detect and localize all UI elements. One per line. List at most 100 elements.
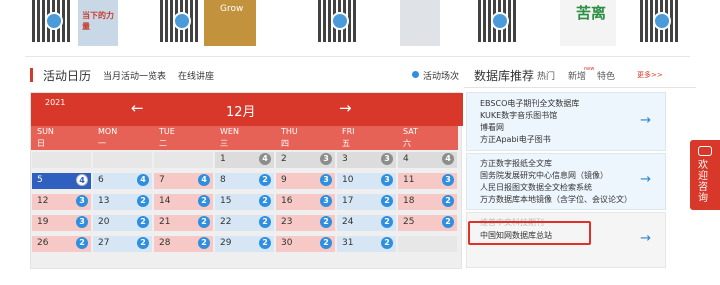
- calendar-day-cell[interactable]: 27 2: [93, 236, 152, 252]
- go-arrow-icon[interactable]: →: [640, 113, 651, 128]
- weekday-cn: 六: [403, 139, 411, 148]
- calendar-day-cell: [32, 152, 91, 168]
- book-cover-image[interactable]: Grow: [204, 0, 256, 46]
- calendar-day-cell[interactable]: 11 3: [398, 173, 457, 189]
- calendar-day-cell[interactable]: 23 2: [276, 215, 335, 231]
- event-count-badge: 2: [198, 216, 210, 228]
- event-count-badge: 2: [259, 216, 271, 228]
- new-badge: new: [584, 66, 595, 72]
- event-count-badge: 3: [442, 174, 454, 186]
- day-number: 6: [98, 175, 104, 185]
- tab-featured[interactable]: 特色: [597, 69, 615, 82]
- calendar-day-cell[interactable]: 15 2: [215, 194, 274, 210]
- day-number: 23: [281, 217, 293, 227]
- calendar-day-cell[interactable]: 29 2: [215, 236, 274, 252]
- calendar-day-cell[interactable]: 30 2: [276, 236, 335, 252]
- database-item[interactable]: 万方数据库本地镜像（含学位、会议论文）: [480, 194, 632, 205]
- calendar-day-cell[interactable]: 18 2: [398, 194, 457, 210]
- prev-month-arrow-icon[interactable]: ←: [131, 101, 144, 116]
- database-item[interactable]: 方正数字报纸全文库: [480, 158, 552, 169]
- day-number: 18: [403, 196, 415, 206]
- day-number: 27: [98, 238, 110, 248]
- weekday-en: WEN: [220, 127, 239, 136]
- calendar-month: 12月: [226, 105, 256, 120]
- event-count-badge: 4: [137, 174, 149, 186]
- go-arrow-icon[interactable]: →: [640, 172, 651, 187]
- legend-label: 活动场次: [423, 72, 460, 82]
- calendar-day-cell[interactable]: 82: [215, 173, 274, 189]
- database-section-header: 数据库推荐 热门 新增 new 特色 更多>>: [464, 66, 696, 88]
- database-group-1[interactable]: EBSCO电子期刊全文数据库 KUKE数字音乐图书馆 博看网 方正Apabi电子…: [466, 92, 666, 151]
- calendar-day-cell[interactable]: 26 2: [32, 236, 91, 252]
- divider: [25, 56, 690, 57]
- calendar-day-cell[interactable]: 22 2: [215, 215, 274, 231]
- calendar-day-cell[interactable]: 14 2: [154, 194, 213, 210]
- calendar-day-cell[interactable]: 17 2: [337, 194, 396, 210]
- calendar-day-cell[interactable]: 28 2: [154, 236, 213, 252]
- day-number: 13: [98, 196, 110, 206]
- day-number: 21: [159, 217, 171, 227]
- book-cover-image[interactable]: 苦离: [560, 0, 616, 46]
- calendar-year: 2021: [45, 98, 66, 107]
- event-count-badge: 4: [442, 153, 454, 165]
- calendar-day-cell[interactable]: 25 2: [398, 215, 457, 231]
- calendar-day-cell[interactable]: 14: [215, 152, 274, 168]
- calendar-day-cell[interactable]: 12 3: [32, 194, 91, 210]
- calendar-day-cell[interactable]: 23: [276, 152, 335, 168]
- calendar-month-bar: 2021 ← 12月 →: [31, 93, 463, 126]
- tab-popular[interactable]: 热门: [537, 69, 555, 82]
- book-cover-image[interactable]: [400, 0, 440, 46]
- day-number: 3: [342, 154, 348, 164]
- qr-code-image: [32, 0, 72, 42]
- weekday-cn: 日: [37, 139, 45, 148]
- calendar-day-cell[interactable]: 54: [32, 173, 91, 189]
- calendar-day-cell[interactable]: 20 2: [93, 215, 152, 231]
- more-link[interactable]: 更多>>: [637, 70, 663, 80]
- calendar-day-cell[interactable]: 19 3: [32, 215, 91, 231]
- calendar-day-cell[interactable]: 10 3: [337, 173, 396, 189]
- day-number: 1: [220, 154, 226, 164]
- event-count-badge: 2: [442, 216, 454, 228]
- database-item[interactable]: 人民日报图文数据全文检索系统: [480, 182, 592, 193]
- database-item[interactable]: EBSCO电子期刊全文数据库: [480, 98, 579, 109]
- calendar-day-cell[interactable]: 64: [93, 173, 152, 189]
- calendar-day-cell[interactable]: 74: [154, 173, 213, 189]
- calendar-day-cell[interactable]: 13 2: [93, 194, 152, 210]
- day-number: 29: [220, 238, 232, 248]
- tab-online-lectures[interactable]: 在线讲座: [178, 69, 214, 82]
- calendar-day-cell[interactable]: 33: [337, 152, 396, 168]
- qr-code-image: [478, 0, 518, 42]
- database-item[interactable]: 方正Apabi电子图书: [480, 134, 551, 145]
- event-count-badge: 3: [381, 174, 393, 186]
- day-number: 30: [281, 238, 293, 248]
- calendar-title: 活动日历: [43, 69, 92, 83]
- database-item[interactable]: 博看网: [480, 122, 504, 133]
- weekday-en: SAT: [403, 127, 418, 136]
- next-month-arrow-icon[interactable]: →: [339, 101, 352, 116]
- highlight-box: [468, 221, 591, 245]
- database-group-2[interactable]: 方正数字报纸全文库 国务院发展研究中心信息网（镜像） 人民日报图文数据全文检索系…: [466, 153, 666, 210]
- calendar-day-cell[interactable]: 93: [276, 173, 335, 189]
- day-number: 10: [342, 175, 354, 185]
- event-count-badge: 3: [381, 153, 393, 165]
- calendar-day-cell[interactable]: 44: [398, 152, 457, 168]
- database-item[interactable]: 国务院发展研究中心信息网（镜像）: [480, 170, 608, 181]
- weekday-en: SUN: [37, 127, 54, 136]
- event-count-badge: 3: [320, 153, 332, 165]
- weekday-cn: 一: [98, 139, 106, 148]
- calendar-day-cell[interactable]: 16 3: [276, 194, 335, 210]
- consult-float-button[interactable]: 欢迎咨询: [690, 140, 720, 210]
- calendar-day-cell[interactable]: 24 2: [337, 215, 396, 231]
- day-number: 22: [220, 217, 232, 227]
- database-item[interactable]: KUKE数字音乐图书馆: [480, 110, 557, 121]
- calendar-day-cell[interactable]: 21 2: [154, 215, 213, 231]
- page: 当下的力量 Grow 苦离 活动日历 当月活动一览表 在线讲座 活动场次 202…: [0, 0, 720, 285]
- weekday-header: FRI 五: [336, 126, 397, 150]
- event-count-badge: 4: [259, 153, 271, 165]
- tab-monthly-activities[interactable]: 当月活动一览表: [103, 69, 166, 82]
- book-cover-image[interactable]: 当下的力量: [78, 0, 118, 46]
- calendar-day-cell: [398, 236, 457, 252]
- go-arrow-icon[interactable]: →: [640, 231, 651, 246]
- calendar-day-cell[interactable]: 31 2: [337, 236, 396, 252]
- day-number: 9: [281, 175, 287, 185]
